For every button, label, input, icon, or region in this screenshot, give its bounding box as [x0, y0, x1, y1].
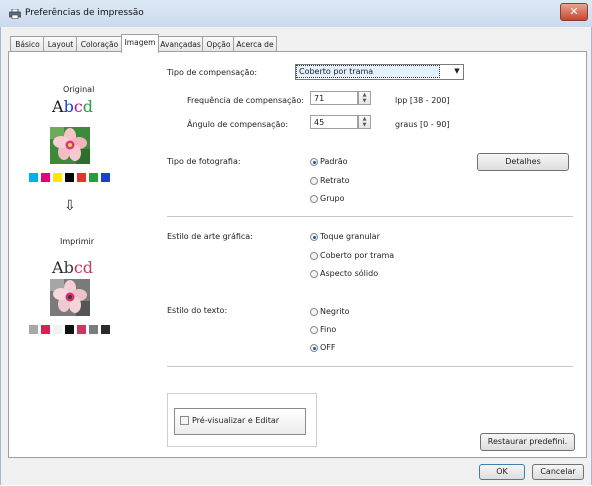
original-swatch-green — [89, 173, 98, 182]
graphic-option-toque-label[interactable]: Toque granular — [320, 232, 380, 241]
text-option-fino-label[interactable]: Fino — [320, 325, 336, 334]
text-option-off-label[interactable]: OFF — [320, 343, 336, 352]
print-swatch-3 — [53, 325, 62, 334]
text-style-label: Estilo do texto: — [167, 306, 228, 315]
photo-option-retrato-radio[interactable] — [310, 177, 318, 185]
down-arrow-icon: ⇩ — [64, 198, 76, 214]
original-swatch-black — [65, 173, 74, 182]
separator-1 — [167, 216, 573, 217]
tab-acerca-de[interactable]: Acerca de — [233, 36, 277, 52]
print-swatch-1 — [29, 325, 38, 334]
graphic-option-solido-label[interactable]: Aspecto sólido — [320, 269, 378, 278]
tab-imagem[interactable]: Imagem — [121, 34, 159, 53]
print-swatch-4 — [65, 325, 74, 334]
graphic-option-toque-radio[interactable] — [310, 233, 318, 241]
close-icon: ✕ — [569, 5, 579, 18]
tab-basico[interactable]: Básico — [10, 36, 45, 52]
graphic-option-coberto-radio[interactable] — [310, 252, 318, 260]
text-option-off-radio[interactable] — [310, 344, 318, 352]
close-button[interactable]: ✕ — [560, 3, 588, 21]
frequency-spin-button[interactable]: ▲ ▼ — [358, 91, 371, 105]
photo-type-label: Tipo de fotografia: — [167, 157, 241, 166]
frequency-range: lpp [38 - 200] — [395, 96, 450, 105]
original-swatch-red — [77, 173, 86, 182]
angle-input[interactable]: 45 — [310, 115, 358, 129]
angle-spin-button[interactable]: ▲ ▼ — [358, 115, 371, 129]
text-option-fino-radio[interactable] — [310, 326, 318, 334]
frequency-label: Frequência de compensação: — [187, 96, 304, 105]
original-sample-text: Abcd — [52, 97, 94, 116]
text-option-negrito-label[interactable]: Negrito — [320, 307, 350, 316]
details-button[interactable]: Detalhes — [477, 153, 569, 171]
printer-icon — [9, 9, 21, 19]
graphic-style-label: Estilo de arte gráfica: — [167, 232, 253, 241]
photo-option-padrao-radio[interactable] — [310, 158, 318, 166]
cancel-button[interactable]: Cancelar — [532, 464, 584, 480]
original-label: Original — [63, 85, 95, 94]
original-swatch-yellow — [53, 173, 62, 182]
angle-label: Ângulo de compensação: — [187, 120, 289, 129]
tab-layout[interactable]: Layout — [43, 36, 78, 52]
original-swatch-blue — [101, 173, 110, 182]
photo-option-retrato-label[interactable]: Retrato — [320, 176, 349, 185]
print-swatch-5 — [77, 325, 86, 334]
preview-edit-label[interactable]: Pré-visualizar e Editar — [192, 416, 279, 425]
tab-coloracao[interactable]: Coloração — [76, 36, 123, 52]
window-title: Preferências de impressão — [25, 8, 144, 18]
print-swatch-7 — [101, 325, 110, 334]
angle-range: graus [0 - 90] — [395, 120, 450, 129]
graphic-option-coberto-label[interactable]: Coberto por trama — [320, 251, 394, 260]
print-swatch-2 — [41, 325, 50, 334]
ok-button[interactable]: OK — [479, 464, 525, 480]
tab-avancadas[interactable]: Avançadas — [157, 36, 204, 52]
frequency-input[interactable]: 71 — [310, 91, 358, 105]
original-flower-image — [50, 127, 90, 164]
dropdown-arrow-icon[interactable]: ▼ — [451, 64, 463, 79]
print-swatch-6 — [89, 325, 98, 334]
compensation-type-value: Coberto por trama — [296, 65, 440, 78]
original-swatch-magenta — [41, 173, 50, 182]
print-flower-image — [50, 279, 90, 316]
print-sample-text: Abcd — [52, 258, 94, 277]
graphic-option-solido-radio[interactable] — [310, 270, 318, 278]
tab-opcao[interactable]: Opção — [202, 36, 235, 52]
text-option-negrito-radio[interactable] — [310, 308, 318, 316]
restore-defaults-button[interactable]: Restaurar predefini. — [480, 433, 575, 451]
print-label: Imprimir — [60, 237, 95, 246]
preview-edit-checkbox[interactable] — [180, 416, 189, 425]
original-swatch-cyan — [29, 173, 38, 182]
photo-option-padrao-label[interactable]: Padrão — [320, 157, 348, 166]
separator-2 — [167, 366, 573, 367]
photo-option-grupo-label[interactable]: Grupo — [320, 194, 345, 203]
compensation-type-label: Tipo de compensação: — [167, 68, 258, 77]
photo-option-grupo-radio[interactable] — [310, 195, 318, 203]
